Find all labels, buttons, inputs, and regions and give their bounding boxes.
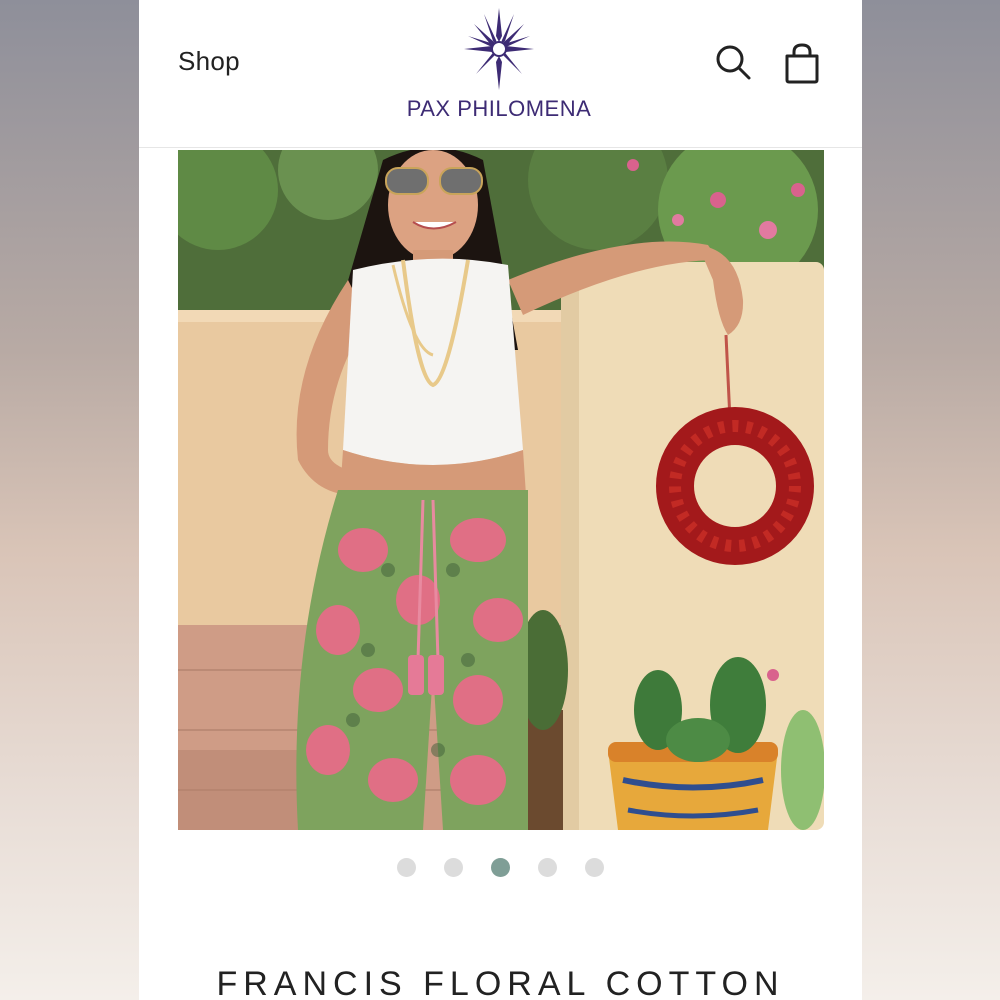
right-background-blur: [862, 0, 1000, 1000]
search-icon[interactable]: [714, 43, 752, 81]
brand-name: PAX PHILOMENA: [406, 96, 592, 121]
shopping-bag-icon[interactable]: [781, 42, 823, 84]
carousel-dot-2[interactable]: [444, 858, 463, 877]
site-header: Shop PAX PHILOMENA: [139, 0, 862, 148]
carousel-dot-4[interactable]: [538, 858, 557, 877]
product-photo[interactable]: [178, 150, 824, 830]
brand-logo[interactable]: PAX PHILOMENA: [399, 8, 599, 128]
carousel-dot-5[interactable]: [585, 858, 604, 877]
carousel-pagination: [139, 858, 862, 880]
product-title: FRANCIS FLORAL COTTON: [216, 965, 785, 1000]
left-background-blur: [0, 0, 139, 1000]
shop-menu-link[interactable]: Shop: [178, 46, 240, 77]
mobile-page: Shop PAX PHILOMENA FRANCIS FLORAL COTTON: [139, 0, 862, 1000]
carousel-dot-3-active[interactable]: [491, 858, 510, 877]
sun-star-logo-icon: [464, 8, 534, 90]
carousel-dot-1[interactable]: [397, 858, 416, 877]
